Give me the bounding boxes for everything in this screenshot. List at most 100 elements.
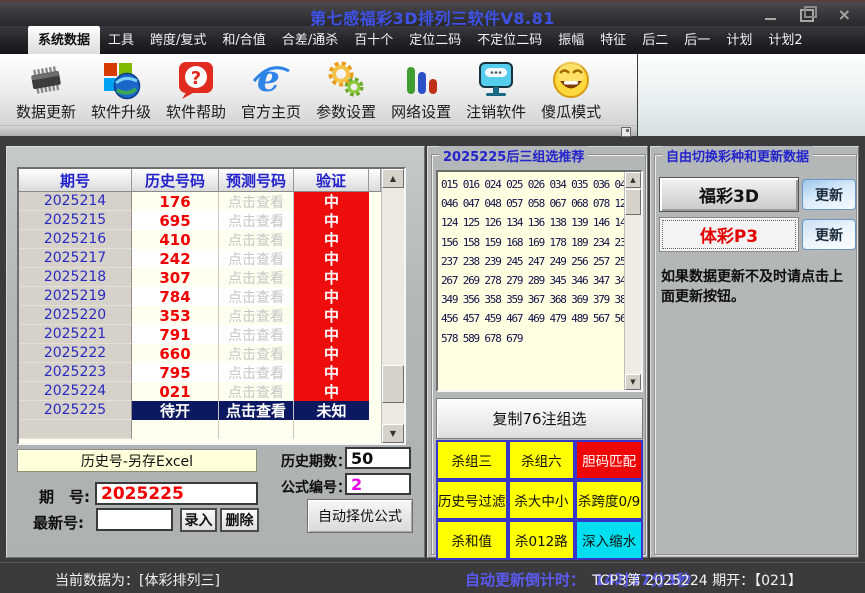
filter-button[interactable]: 杀012路 bbox=[508, 520, 576, 560]
delete-button[interactable]: 删除 bbox=[220, 508, 259, 532]
menu-tab[interactable]: 后二 bbox=[634, 26, 676, 54]
table-row[interactable]: 2025223795点击查看中 bbox=[19, 363, 404, 382]
cell-pred[interactable]: 点击查看 bbox=[219, 230, 294, 249]
cell-period: 2025220 bbox=[19, 306, 132, 325]
cell-pred[interactable]: 点击查看 bbox=[219, 211, 294, 230]
cell-pred[interactable]: 点击查看 bbox=[219, 268, 294, 287]
scroll-up-icon[interactable]: ▲ bbox=[625, 172, 641, 188]
chip-icon bbox=[24, 59, 68, 101]
table-row[interactable]: 2025221791点击查看中 bbox=[19, 325, 404, 344]
cell-filler bbox=[369, 420, 381, 439]
toolbar-item[interactable]: 软件升级 bbox=[85, 59, 157, 122]
menu-tab[interactable]: 百十个 bbox=[346, 26, 401, 54]
formula-input[interactable] bbox=[345, 473, 411, 495]
cell-pred[interactable]: 点击查看 bbox=[219, 249, 294, 268]
table-row[interactable]: 2025215695点击查看中 bbox=[19, 211, 404, 230]
scroll-down-icon[interactable]: ▼ bbox=[382, 424, 404, 443]
table-row[interactable]: 2025225待开点击查看未知 bbox=[19, 401, 404, 420]
toolbar-item[interactable]: 注销软件 bbox=[460, 59, 532, 122]
close-icon[interactable]: × bbox=[838, 7, 851, 23]
toolbar-item-label: 注销软件 bbox=[466, 101, 526, 122]
filter-button[interactable]: 杀组六 bbox=[508, 440, 576, 480]
recommend-numbers-box[interactable]: 015 016 024 025 026 034 035 036 045046 0… bbox=[436, 170, 643, 392]
countdown-label: 自动更新倒计时： bbox=[465, 571, 585, 589]
table-row[interactable]: 2025222660点击查看中 bbox=[19, 344, 404, 363]
menu-tab[interactable]: 计划 bbox=[718, 26, 760, 54]
update-tcp3-button[interactable]: 更新 bbox=[802, 219, 856, 250]
cell-ver: 中 bbox=[294, 192, 369, 211]
menu-tab[interactable]: 和/合值 bbox=[214, 26, 273, 54]
toolbar-item[interactable]: 参数设置 bbox=[310, 59, 382, 122]
filter-button[interactable]: 胆码匹配 bbox=[575, 440, 643, 480]
cell-ver: 中 bbox=[294, 268, 369, 287]
cell-pred[interactable]: 点击查看 bbox=[219, 192, 294, 211]
filter-button[interactable]: 历史号过滤 bbox=[436, 480, 508, 520]
filter-button[interactable]: 杀大中小 bbox=[508, 480, 576, 520]
toolbar-item[interactable]: 网络设置 bbox=[385, 59, 457, 122]
scrollbar-thumb[interactable] bbox=[625, 189, 641, 215]
menu-tab[interactable]: 不定位二码 bbox=[469, 26, 550, 54]
table-row[interactable]: 2025219784点击查看中 bbox=[19, 287, 404, 306]
cell-ver bbox=[294, 420, 369, 439]
cell-pred[interactable]: 点击查看 bbox=[219, 325, 294, 344]
cell-hist: 695 bbox=[132, 211, 219, 230]
export-excel-button[interactable]: 历史号-另存Excel bbox=[17, 449, 257, 472]
minimize-icon[interactable] bbox=[765, 10, 776, 20]
cell-pred[interactable]: 点击查看 bbox=[219, 287, 294, 306]
table-row[interactable]: 2025216410点击查看中 bbox=[19, 230, 404, 249]
expand-toolbar-icon[interactable] bbox=[621, 127, 631, 137]
filter-button[interactable]: 杀组三 bbox=[436, 440, 508, 480]
menu-tab[interactable]: 合差/通杀 bbox=[274, 26, 346, 54]
upgrade-icon bbox=[99, 59, 143, 101]
cell-pred[interactable]: 点击查看 bbox=[219, 382, 294, 401]
toolbar-item[interactable]: e官方主页 bbox=[235, 59, 307, 122]
restore-icon[interactable] bbox=[800, 9, 814, 22]
scroll-down-icon[interactable]: ▼ bbox=[625, 374, 641, 390]
toolbar-item[interactable]: 傻瓜模式 bbox=[535, 59, 607, 122]
menu-tab[interactable]: 特征 bbox=[592, 26, 634, 54]
menu-tab[interactable]: 系统数据 bbox=[28, 26, 100, 54]
toolbar-item[interactable]: ?软件帮助 bbox=[160, 59, 232, 122]
filter-button[interactable]: 杀和值 bbox=[436, 520, 508, 560]
cell-filler bbox=[369, 249, 381, 268]
filter-button[interactable]: 深入缩水 bbox=[575, 520, 643, 560]
recommend-scrollbar[interactable]: ▲ ▼ bbox=[624, 172, 641, 390]
table-row[interactable]: 2025214176点击查看中 bbox=[19, 192, 404, 211]
copy-groups-button[interactable]: 复制76注组选 bbox=[436, 398, 643, 439]
scrollbar-thumb[interactable] bbox=[382, 365, 404, 403]
scroll-up-icon[interactable]: ▲ bbox=[382, 169, 404, 188]
menu-tab[interactable]: 定位二码 bbox=[401, 26, 469, 54]
latest-number-input[interactable] bbox=[96, 508, 173, 531]
table-row[interactable]: 2025224021点击查看中 bbox=[19, 382, 404, 401]
table-row[interactable]: 2025220353点击查看中 bbox=[19, 306, 404, 325]
cell-filler bbox=[369, 268, 381, 287]
fc3d-button[interactable]: 福彩3D bbox=[659, 177, 799, 212]
menu-tab[interactable]: 工具 bbox=[100, 26, 142, 54]
cell-pred[interactable]: 点击查看 bbox=[219, 344, 294, 363]
menu-tab[interactable]: 振幅 bbox=[550, 26, 592, 54]
enter-button[interactable]: 录入 bbox=[180, 508, 217, 532]
cell-filler bbox=[369, 401, 381, 420]
cell-pred[interactable]: 点击查看 bbox=[219, 363, 294, 382]
cell-period: 2025215 bbox=[19, 211, 132, 230]
cell-filler bbox=[369, 192, 381, 211]
table-scrollbar[interactable]: ▲ ▼ bbox=[381, 169, 404, 443]
table-row[interactable]: 2025218307点击查看中 bbox=[19, 268, 404, 287]
tcp3-button[interactable]: 体彩P3 bbox=[659, 217, 799, 252]
menu-tab[interactable]: 后一 bbox=[676, 26, 718, 54]
period-input[interactable] bbox=[95, 482, 258, 505]
toolbar-item[interactable]: 数据更新 bbox=[10, 59, 82, 122]
cell-pred[interactable]: 点击查看 bbox=[219, 306, 294, 325]
update-fc3d-button[interactable]: 更新 bbox=[802, 179, 856, 210]
filter-button[interactable]: 杀跨度0/9 bbox=[575, 480, 643, 520]
menu-tab[interactable]: 跨度/复式 bbox=[142, 26, 214, 54]
cell-pred[interactable]: 点击查看 bbox=[219, 401, 294, 420]
recommend-line: 456 457 459 467 469 479 489 567 568 bbox=[441, 309, 624, 328]
toolbar-spacer bbox=[638, 54, 865, 136]
menu-bar: 系统数据工具跨度/复式和/合值合差/通杀百十个定位二码不定位二码振幅特征后二后一… bbox=[0, 26, 865, 54]
table-row[interactable]: 2025217242点击查看中 bbox=[19, 249, 404, 268]
history-table: 期号 历史号码 预测号码 验证 2025214176点击查看中202521569… bbox=[17, 167, 406, 445]
auto-formula-button[interactable]: 自动择优公式 bbox=[307, 499, 413, 533]
menu-tab[interactable]: 计划2 bbox=[760, 26, 810, 54]
history-count-input[interactable] bbox=[345, 447, 411, 469]
